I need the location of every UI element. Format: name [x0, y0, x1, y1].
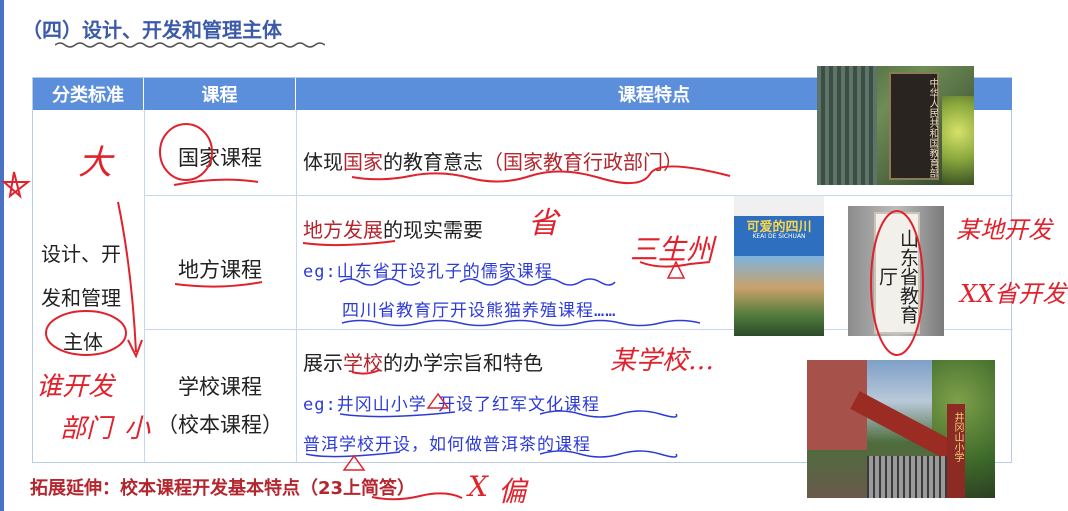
row-divider [144, 195, 1013, 196]
shandong-education-sign-photo: 山东省教育厅 [848, 206, 944, 336]
book-subtitle: KEAI DE SICHUAN [752, 233, 806, 240]
landscape-photo [734, 256, 824, 336]
handwriting-sanshengzhou: 三生州 [630, 233, 715, 266]
handwriting-pian: 偏 [498, 475, 527, 508]
column-divider [296, 110, 297, 463]
header-category-standard: 分类标准 [33, 78, 144, 110]
star-mark-icon [1, 171, 31, 199]
example-shandong: eg:山东省开设孔子的儒家课程 [303, 262, 553, 282]
course-school: 学校课程 （校本课程） [144, 368, 296, 444]
feature-text: 展示 [303, 351, 343, 375]
category-line: 设计、开 [41, 242, 121, 266]
handwriting-bumen: 部门 [60, 414, 113, 444]
shandong-sign-text: 山东省教育厅 [876, 228, 919, 324]
category-line: 发和管理 [41, 286, 121, 310]
ministry-sign-text: 中华人民共和国教育部 [927, 78, 938, 178]
shandong-sign-board: 山东省教育厅 [874, 212, 920, 334]
handwriting-mou-xiao: 某学校… [610, 346, 715, 376]
header-course: 课程 [144, 78, 296, 110]
feature-text: 的办学宗旨和特色 [383, 351, 543, 375]
feature-text: 的教育意志 [383, 150, 483, 174]
course-local: 地方课程 [178, 258, 262, 282]
handwriting-sheng: 省 [528, 206, 558, 241]
handwriting-x-mark: X [468, 470, 488, 503]
handwriting-da: 大 [78, 143, 112, 183]
feature-local: 地方发展的现实需要 [303, 214, 483, 243]
handwriting-xx-sheng: XX省开发 [960, 280, 1067, 308]
feature-national: 体现国家的教育意志（国家教育行政部门） [303, 146, 683, 175]
course-school-line-1: 学校课程 [178, 375, 262, 399]
example-sichuan: 四川省教育厅开设熊猫养殖课程…… [342, 301, 617, 321]
left-accent-strip [0, 0, 4, 511]
handwriting-shei-kaifa: 谁开发 [36, 372, 115, 402]
handwriting-xiao: 小 [124, 414, 151, 444]
course-national: 国家课程 [178, 146, 262, 170]
course-school-line-2: （校本课程） [157, 413, 283, 437]
title-squiggle-underline [55, 42, 325, 48]
gate-pillar: 井冈山小学 [947, 404, 965, 498]
example-jinggangshan: eg:井冈山小学 开设了红军文化课程 [303, 395, 600, 415]
category-line: 主体 [63, 330, 103, 354]
extension-note: 拓展延伸：校本课程开发基本特点（23上简答） [30, 478, 416, 499]
leaves [942, 96, 974, 185]
feature-highlight: 地方发展 [303, 218, 383, 242]
page-title: （四）设计、开发和管理主体 [22, 18, 282, 42]
feature-highlight: （国家教育行政部门） [483, 150, 683, 174]
example-puer: 普洱学校开设，如何做普洱茶的课程 [303, 435, 591, 455]
handwriting-mou-di: 某地开发 [956, 216, 1052, 244]
sichuan-textbook-cover: 可爱的四川 KEAI DE SICHUAN [734, 196, 824, 336]
feature-text: 的现实需要 [383, 218, 483, 242]
feature-text: 体现 [303, 150, 343, 174]
feature-school: 展示学校的办学宗旨和特色 [303, 347, 543, 376]
feature-highlight: 国家 [343, 150, 383, 174]
category-text: 设计、开 发和管理 主体 [41, 232, 137, 364]
school-gate-text: 井冈山小学 [952, 412, 963, 462]
gate-fence [867, 456, 947, 498]
book-top-band [734, 196, 824, 216]
building-facade [817, 66, 877, 185]
ministry-of-education-photo: 中华人民共和国教育部 [817, 66, 974, 185]
ministry-sign-board: 中华人民共和国教育部 [889, 72, 939, 180]
feature-highlight: 学校 [343, 351, 383, 375]
jinggangshan-school-gate-photo: 井冈山小学 [807, 360, 995, 498]
